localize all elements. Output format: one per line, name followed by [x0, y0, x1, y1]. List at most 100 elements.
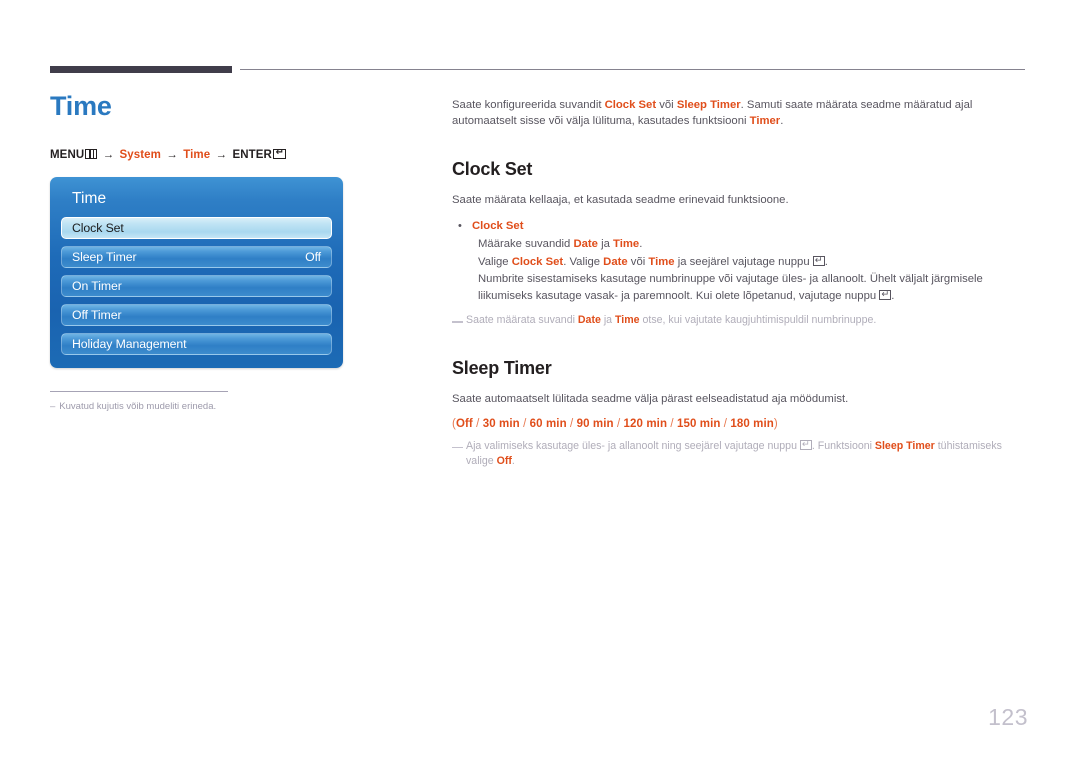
cs2-c: . Valige — [563, 255, 604, 268]
stn-f: . — [511, 454, 515, 467]
enter-return-icon: ↵ — [799, 440, 812, 450]
opt-off: Off — [455, 417, 473, 430]
opt-120min: 120 min — [623, 417, 668, 430]
intro-text-4: . — [780, 114, 784, 127]
cs2-e: või — [627, 255, 649, 268]
enter-return-icon: ↵ — [812, 256, 825, 266]
breadcrumb-step-system: System — [119, 148, 161, 161]
opt-180min: 180 min — [730, 417, 774, 430]
clock-set-lead: Saate määrata kellaaja, et kasutada sead… — [452, 194, 789, 206]
osd-item-clock-set[interactable]: Clock Set — [61, 216, 332, 239]
left-column: Time MENU → System → Time → ENTER ↵ Time … — [50, 91, 400, 412]
sleep-timer-note: Aja valimiseks kasutage üles- ja allanoo… — [452, 439, 1026, 469]
opt-sep-3: / — [566, 417, 577, 430]
intro-paragraph: Saate konfigureerida suvandit Clock Set … — [452, 98, 1026, 129]
cs2-date: Date — [603, 255, 628, 268]
osd-item-label: On Timer — [72, 278, 122, 293]
osd-item-label: Off Timer — [72, 307, 122, 322]
osd-item-label: Clock Set — [72, 220, 124, 235]
breadcrumb-arrow-2: → — [166, 148, 178, 161]
menu-bars-icon — [85, 148, 98, 159]
enter-return-glyph: ↵ — [881, 290, 890, 300]
page-number: 123 — [988, 704, 1028, 730]
csn-e: otse, kui vajutate kaugjuhtimispuldil nu… — [639, 314, 877, 326]
cs2-clock-set: Clock Set — [511, 255, 564, 268]
cs2-time: Time — [648, 255, 675, 268]
right-column: Saate konfigureerida suvandit Clock Set … — [452, 98, 1026, 473]
opt-150min: 150 min — [676, 417, 721, 430]
osd-item-on-timer[interactable]: On Timer — [61, 274, 332, 297]
cs1-date: Date — [573, 238, 598, 250]
breadcrumb-arrow-3: → — [215, 148, 228, 161]
breadcrumb-enter-label: ENTER — [232, 148, 272, 161]
opt-sep-6: / — [720, 417, 731, 430]
cs2-a: Valige — [478, 255, 512, 268]
enter-return-glyph: ↵ — [814, 256, 823, 266]
csn-c: ja — [600, 314, 616, 326]
breadcrumb-arrow-1: → — [102, 148, 115, 161]
osd-menu-panel: Time Clock Set Sleep Timer Off On Timer … — [50, 176, 343, 368]
cs2-h: . — [824, 255, 828, 268]
left-footnote-text: Kuvatud kujutis võib mudeliti erineda. — [59, 400, 217, 412]
clock-set-bullet: • Clock Set — [452, 219, 1026, 235]
header-rule-thick — [50, 66, 232, 73]
opt-60min: 60 min — [529, 417, 567, 430]
opt-90min: 90 min — [576, 417, 614, 430]
cs1-a: Määrake suvandid — [478, 238, 574, 250]
header-rule-thin — [240, 69, 1025, 70]
opt-sep-5: / — [667, 417, 677, 430]
note-dash-icon — [452, 446, 463, 448]
osd-item-label: Sleep Timer — [72, 249, 137, 264]
intro-accent-clock-set: Clock Set — [604, 99, 657, 111]
stn-sleep-timer: Sleep Timer — [874, 439, 935, 452]
note-dash-icon — [452, 321, 463, 323]
intro-accent-timer: Timer — [749, 114, 781, 127]
clock-set-line-2: Valige Clock Set. Valige Date või Time j… — [478, 254, 1026, 271]
stn-a: Aja valimiseks kasutage üles- ja allanoo… — [466, 439, 800, 452]
section-heading-clock-set: Clock Set — [452, 159, 533, 179]
intro-text-1: Saate konfigureerida suvandit — [452, 99, 605, 111]
csn-time: Time — [615, 314, 640, 326]
enter-return-icon: ↵ — [879, 290, 892, 300]
breadcrumb-menu-label: MENU — [50, 148, 85, 161]
clock-set-line-1: Määrake suvandid Date ja Time. — [478, 236, 1026, 253]
breadcrumb-step-time: Time — [183, 148, 211, 161]
osd-item-label: Holiday Management — [72, 336, 187, 351]
cs3-text: Numbrite sisestamiseks kasutage numbrinu… — [478, 273, 983, 302]
sleep-timer-lead: Saate automaatselt lülitada seadme välja… — [452, 393, 849, 405]
intro-accent-sleep-timer: Sleep Timer — [676, 99, 741, 111]
sleep-timer-options: (Off / 30 min / 60 min / 90 min / 120 mi… — [452, 418, 1026, 430]
opt-30min: 30 min — [482, 417, 520, 430]
opts-close: ) — [773, 417, 778, 430]
stn-b: . Funktsiooni — [811, 439, 875, 452]
cs1-c: ja — [597, 238, 614, 250]
clock-set-note: Saate määrata suvandi Date ja Time otse,… — [452, 313, 1026, 328]
csn-a: Saate määrata suvandi — [466, 314, 578, 326]
left-footnote-dash: – — [50, 400, 56, 412]
clock-set-line-3: Numbrite sisestamiseks kasutage numbrinu… — [478, 271, 1026, 304]
opt-sep-2: / — [519, 417, 530, 430]
osd-item-holiday-management[interactable]: Holiday Management — [61, 332, 332, 355]
breadcrumb: MENU → System → Time → ENTER ↵ — [50, 148, 400, 161]
bullet-dot-icon: • — [458, 219, 462, 232]
left-footnote: – Kuvatud kujutis võib mudeliti erineda. — [50, 390, 238, 412]
cs1-time: Time — [613, 238, 640, 250]
opt-sep-1: / — [472, 417, 483, 430]
osd-item-sleep-timer[interactable]: Sleep Timer Off — [61, 245, 332, 268]
intro-text-2: või — [656, 99, 677, 111]
osd-item-value: Off — [305, 249, 321, 264]
clock-set-sublines: Määrake suvandid Date ja Time. Valige Cl… — [478, 236, 1026, 304]
enter-return-glyph: ↵ — [801, 440, 810, 450]
page-title: Time — [50, 91, 112, 121]
osd-item-off-timer[interactable]: Off Timer — [61, 303, 332, 326]
stn-off: Off — [496, 454, 512, 467]
enter-return-icon: ↵ — [273, 148, 287, 159]
cs1-e: . — [639, 238, 643, 250]
opt-sep-4: / — [613, 417, 624, 430]
left-footnote-rule — [50, 390, 228, 392]
csn-date: Date — [577, 314, 601, 326]
cs2-g: ja seejärel vajutage nuppu — [674, 255, 813, 268]
osd-menu-title: Time — [72, 189, 107, 207]
clock-set-bullet-title: Clock Set — [472, 219, 524, 232]
enter-return-glyph: ↵ — [275, 148, 285, 158]
